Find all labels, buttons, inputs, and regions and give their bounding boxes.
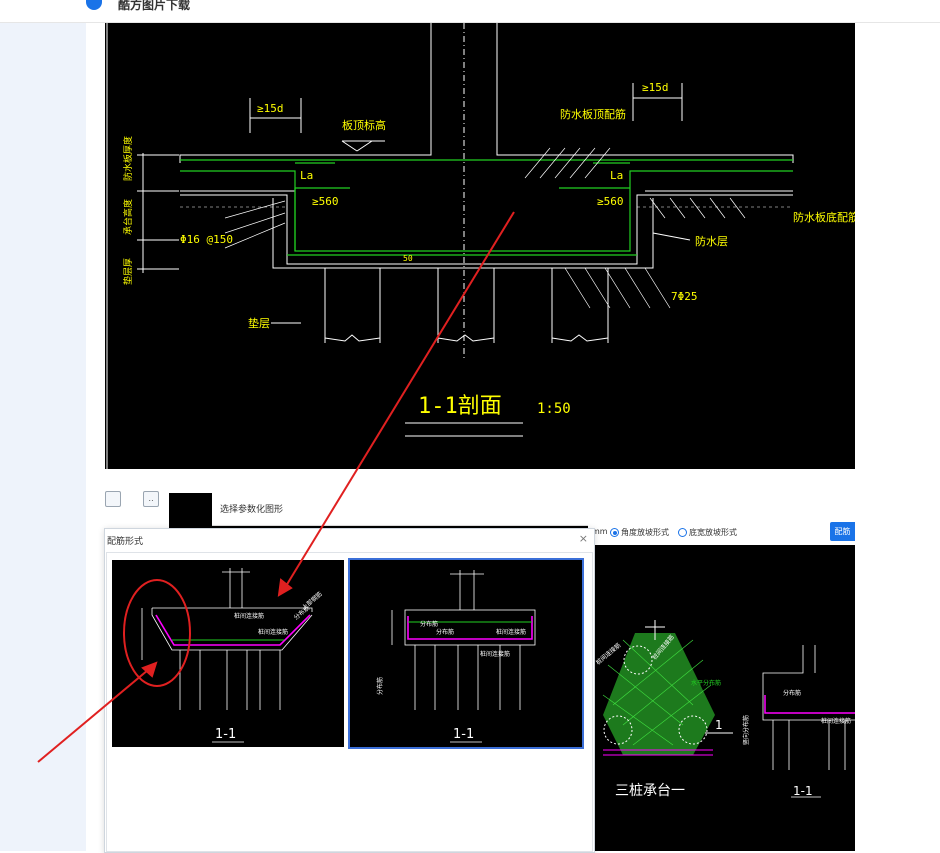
wp-layer-label: 防水层 (695, 234, 728, 248)
cad-preview-right: 桩间连接筋 桩间连接筋 竖向分布筋 分布筋 桩间连接筋 水平分布筋 三桩承台一 … (593, 545, 855, 851)
rebar-option-2[interactable]: 分布筋 分布筋 桩间连接筋 桩间连接筋 分布筋 1-1 (348, 558, 584, 749)
dim-v2-label: 承台高度 (122, 199, 134, 235)
rebar-option-1[interactable]: 桩间连接筋 桩间连接筋 分布筋 上部钢筋 1-1 (112, 560, 344, 747)
option-angle[interactable]: 角度放坡形式 (606, 527, 669, 538)
la-left-label: La (300, 169, 313, 182)
cad-right-lbl1: 桩间连接筋 (594, 641, 622, 666)
thumb2-lbl-e: 分布筋 (376, 677, 384, 695)
slab-top-label: 板顶标高 (342, 118, 386, 132)
len-left-label: ≥560 (312, 195, 339, 208)
len-right-label: ≥560 (597, 195, 624, 208)
la-right-label: La (610, 169, 623, 182)
left-sidebar (0, 23, 86, 851)
param-dialog-header: 选择参数化图形 (212, 493, 855, 526)
section-scale: 1:50 (537, 401, 571, 417)
expand-icon-button[interactable]: ‥ (143, 491, 159, 507)
cad-preview-svg: 桩间连接筋 桩间连接筋 竖向分布筋 分布筋 桩间连接筋 水平分布筋 三桩承台一 … (594, 620, 855, 799)
cad-right-lbl5: 三桩承台一 (615, 782, 685, 799)
wp-top-rebar-label: 防水板顶配筋 (560, 107, 626, 121)
param-dialog-title: 选择参数化图形 (220, 505, 284, 515)
lap-left-label: ≥15d (257, 102, 284, 115)
logo-icon[interactable] (86, 0, 102, 10)
cad-right-lbl4: 水平分布筋 (691, 679, 721, 687)
radio-off-icon[interactable] (678, 528, 687, 537)
option-angle-label: 角度放坡形式 (621, 528, 669, 537)
cad-right-lbl7: 1 (715, 718, 723, 732)
rebar-form-title: 配筋形式 (107, 537, 144, 547)
thumb2-lbl-d: 桩间连接筋 (480, 650, 510, 658)
thumb2-lbl-c: 桩间连接筋 (496, 628, 526, 636)
rebar-button[interactable]: 配筋 (830, 522, 855, 541)
option-width[interactable]: 底宽放坡形式 (674, 527, 737, 538)
thumb2-section: 1-1 (453, 727, 474, 742)
section-title: 1-1剖面 (418, 394, 502, 419)
rebar-option-2-svg: 分布筋 分布筋 桩间连接筋 桩间连接筋 分布筋 1-1 (376, 570, 536, 743)
rebar-spec-label: Φ16 @150 (180, 233, 233, 246)
dim-v3-label: 垫层厚 (122, 258, 134, 285)
thumb1-lbl-a: 桩间连接筋 (234, 612, 264, 620)
cad-right-lbl3: 竖向分布筋 (742, 715, 750, 745)
cad-right-lbl9: 桩间连接筋 (821, 717, 851, 725)
options-row: mm 角度放坡形式 底宽放坡形式 (588, 525, 855, 545)
rebar-option-1-svg: 桩间连接筋 桩间连接筋 分布筋 上部钢筋 1-1 (141, 568, 324, 743)
logo-text: 酷方图片下载 (118, 0, 191, 12)
cad-section-svg: ≥15d ≥15d 板顶标高 防水板顶配筋 La La ≥560 ≥560 Φ1… (106, 23, 855, 469)
thumb2-lbl-b: 分布筋 (436, 628, 454, 636)
cad-section-drawing: ≥15d ≥15d 板顶标高 防水板顶配筋 La La ≥560 ≥560 Φ1… (105, 23, 855, 469)
pile-rebar-label: 7Φ25 (671, 290, 698, 303)
option-width-label: 底宽放坡形式 (689, 528, 737, 537)
dim-50-label: 50 (403, 254, 413, 263)
dim-v1-label: 防水板厚度 (122, 136, 134, 181)
wp-bottom-rebar-label: 防水板底配筋 (793, 210, 855, 224)
cushion-label: 垫层 (248, 316, 270, 330)
rebar-form-dialog: 配筋形式 × 桩间连接筋 桩间连接筋 分布筋 上部钢筋 1-1 分布筋 分布筋 … (104, 528, 595, 853)
radio-on-icon[interactable] (610, 528, 619, 537)
toolbar-icon-button[interactable] (105, 491, 121, 507)
close-icon[interactable]: × (579, 532, 588, 545)
cad-right-lbl6: 1-1 (793, 784, 813, 798)
top-bar: 酷方图片下载 (0, 0, 940, 23)
thumb1-lbl-b: 桩间连接筋 (258, 628, 288, 636)
thumb2-lbl-a: 分布筋 (420, 620, 438, 628)
thumb1-section: 1-1 (215, 727, 236, 742)
cad-right-lbl8: 分布筋 (783, 689, 801, 697)
lap-right-label: ≥15d (642, 81, 669, 94)
